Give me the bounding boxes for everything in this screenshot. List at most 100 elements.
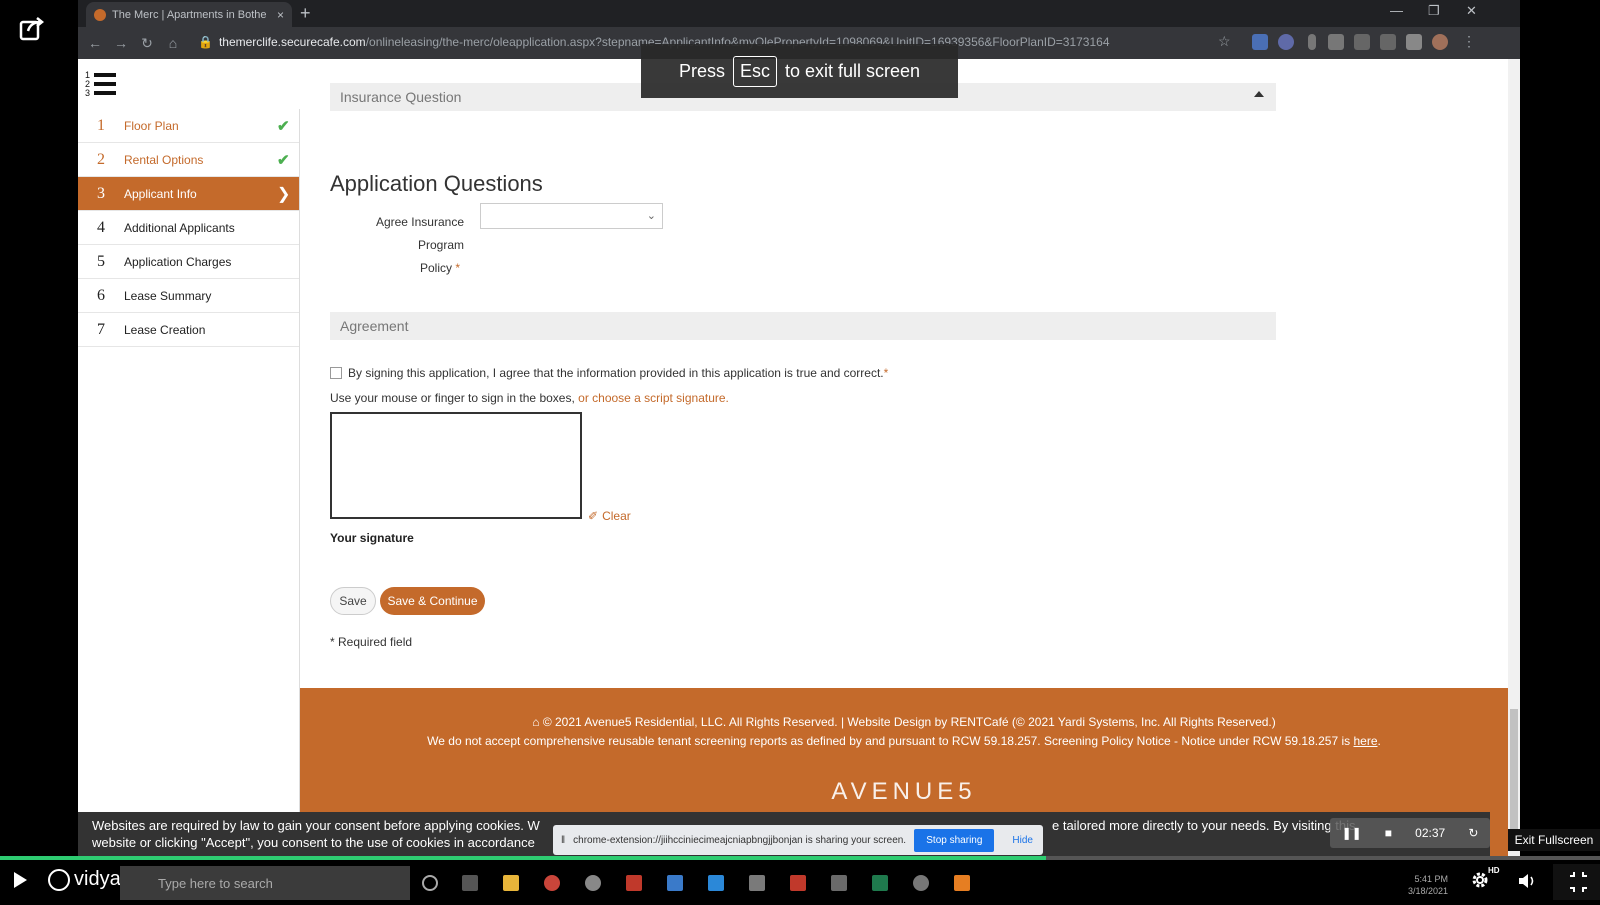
save-continue-button[interactable]: Save & Continue [380,587,485,615]
settings-app-icon[interactable] [913,875,929,891]
step-label: Rental Options [124,152,204,167]
step-application-charges[interactable]: 5 Application Charges [78,245,299,279]
vidyard-owl-icon [48,868,70,891]
step-additional-applicants[interactable]: 4 Additional Applicants [78,211,299,245]
collapse-caret-icon[interactable] [1254,91,1264,97]
save-button[interactable]: Save [330,587,376,615]
tab-close-icon[interactable]: × [277,8,284,22]
back-icon[interactable]: ← [82,35,108,51]
fullscreen-toast: Press Esc to exit full screen [641,44,958,98]
kebab-menu-icon[interactable]: ⋮ [1462,33,1476,50]
script-signature-link[interactable]: or choose a script signature. [578,391,729,405]
clear-label: Clear [602,509,631,523]
extension-icon[interactable] [1354,34,1370,50]
avenue5-logo: AVENUE5 [831,778,977,805]
app-icon[interactable] [626,875,642,891]
app-icon[interactable] [954,875,970,891]
play-button[interactable] [14,872,27,888]
application-questions-title: Application Questions [330,171,543,196]
exit-fullscreen-tooltip: Exit Fullscreen [1508,829,1600,851]
forward-icon[interactable]: → [108,35,134,51]
step-number: 2 [97,150,105,168]
gear-extension-icon[interactable] [1278,34,1294,50]
share-icon[interactable] [18,14,46,42]
minimize-icon[interactable]: — [1390,3,1403,18]
pdf-icon[interactable] [790,875,806,891]
scrollbar-thumb[interactable] [1510,709,1518,849]
chevron-right-icon: ❯ [277,185,291,203]
statement-text: By signing this application, I agree tha… [348,366,884,380]
chevron-down-icon: ⌄ [646,210,656,222]
policy-here-link[interactable]: here [1353,734,1377,748]
lock-icon: 🔒 [198,35,213,49]
app-icon[interactable] [708,875,724,891]
restore-icon[interactable]: ❐ [1428,3,1440,19]
agreement-section-header: Agreement [330,312,1276,340]
step-applicant-info[interactable]: 3 Applicant Info ❯ [78,177,299,211]
hide-button[interactable]: Hide [1002,835,1043,846]
copyright-text: © 2021 Avenue5 Residential, LLC. All Rig… [542,715,1276,729]
app-icon[interactable] [667,875,683,891]
browser-tab[interactable]: The Merc | Apartments in Bothe × [86,2,292,27]
url-host: themerclife.securecafe.com [218,35,366,49]
gear-icon[interactable] [1470,870,1490,890]
page-scrollbar[interactable] [1508,59,1520,856]
chrome-icon[interactable] [544,875,560,891]
pause-icon[interactable]: ❚❚ [1342,826,1362,840]
dell-icon[interactable] [585,875,601,891]
step-floor-plan[interactable]: 1 Floor Plan ✔ [78,109,299,143]
toast-text: Press [678,60,725,81]
dollar-extension-icon[interactable] [1328,34,1344,50]
rec-extension-icon[interactable] [1252,34,1268,50]
step-number: 4 [97,218,105,236]
stop-sharing-button[interactable]: Stop sharing [914,828,995,852]
agree-insurance-select[interactable]: ⌄ [480,203,663,229]
step-lease-summary[interactable]: 6 Lease Summary [78,279,299,313]
sharing-message: chrome-extension://jiihcciniecimeajcniap… [573,834,907,846]
checkmark-icon: ✔ [277,151,290,169]
cookie-text: e tailored more directly to your needs. … [1052,818,1356,833]
signature-label: Your signature [330,531,414,545]
mic-icon[interactable] [1308,34,1316,50]
clear-signature-link[interactable]: ✐ Clear [588,509,631,523]
steps-menu-icon[interactable]: 1 2 3 [84,69,118,103]
recording-controls: ❚❚ ■ 02:37 ↻ [1330,818,1490,848]
step-label: Floor Plan [124,118,179,133]
hd-badge: HD [1488,866,1500,875]
app-icon[interactable] [749,875,765,891]
taskbar-clock[interactable]: 5:41 PM 3/18/2021 [1408,873,1448,897]
steps-sidebar: 1 Floor Plan ✔ 2 Rental Options ✔ 3 Appl… [78,109,300,856]
step-label: Additional Applicants [124,220,235,235]
step-rental-options[interactable]: 2 Rental Options ✔ [78,143,299,177]
exit-fullscreen-button[interactable] [1553,864,1600,900]
agree-checkbox[interactable] [330,367,342,379]
sign-instructions: Use your mouse or finger to sign in the … [330,391,729,405]
home-icon[interactable]: ⌂ [160,35,186,51]
site-favicon-icon [94,8,106,21]
task-view-icon[interactable] [462,875,478,891]
app-icon[interactable] [831,875,847,891]
reload-icon[interactable]: ↻ [134,35,160,52]
required-mark: * [883,366,889,380]
exit-fullscreen-icon [1570,872,1587,892]
profile-avatar[interactable] [1432,34,1448,50]
stop-icon[interactable]: ■ [1385,826,1392,840]
signature-pad[interactable] [330,412,582,519]
restart-icon[interactable]: ↻ [1468,826,1478,840]
drag-handle-icon[interactable]: ‖ [561,835,565,846]
step-lease-creation[interactable]: 7 Lease Creation [78,313,299,347]
policy-text: We do not accept comprehensive reusable … [427,734,1351,748]
file-explorer-icon[interactable] [503,875,519,891]
bookmark-star-icon[interactable]: ☆ [1218,33,1231,50]
new-tab-button[interactable]: + [300,3,311,24]
required-mark: * [455,261,460,275]
screen-sharing-bar: ‖ chrome-extension://jiihcciniecimeajcni… [553,825,1043,855]
puzzle-icon[interactable] [1406,34,1422,50]
screen-extension-icon[interactable] [1380,34,1396,50]
volume-icon[interactable] [1517,872,1537,890]
cortana-icon[interactable] [422,875,438,891]
taskbar-search[interactable]: Type here to search [120,866,410,900]
step-number: 6 [97,286,105,304]
calculator-icon[interactable] [872,875,888,891]
window-close-icon[interactable]: ✕ [1466,3,1477,19]
